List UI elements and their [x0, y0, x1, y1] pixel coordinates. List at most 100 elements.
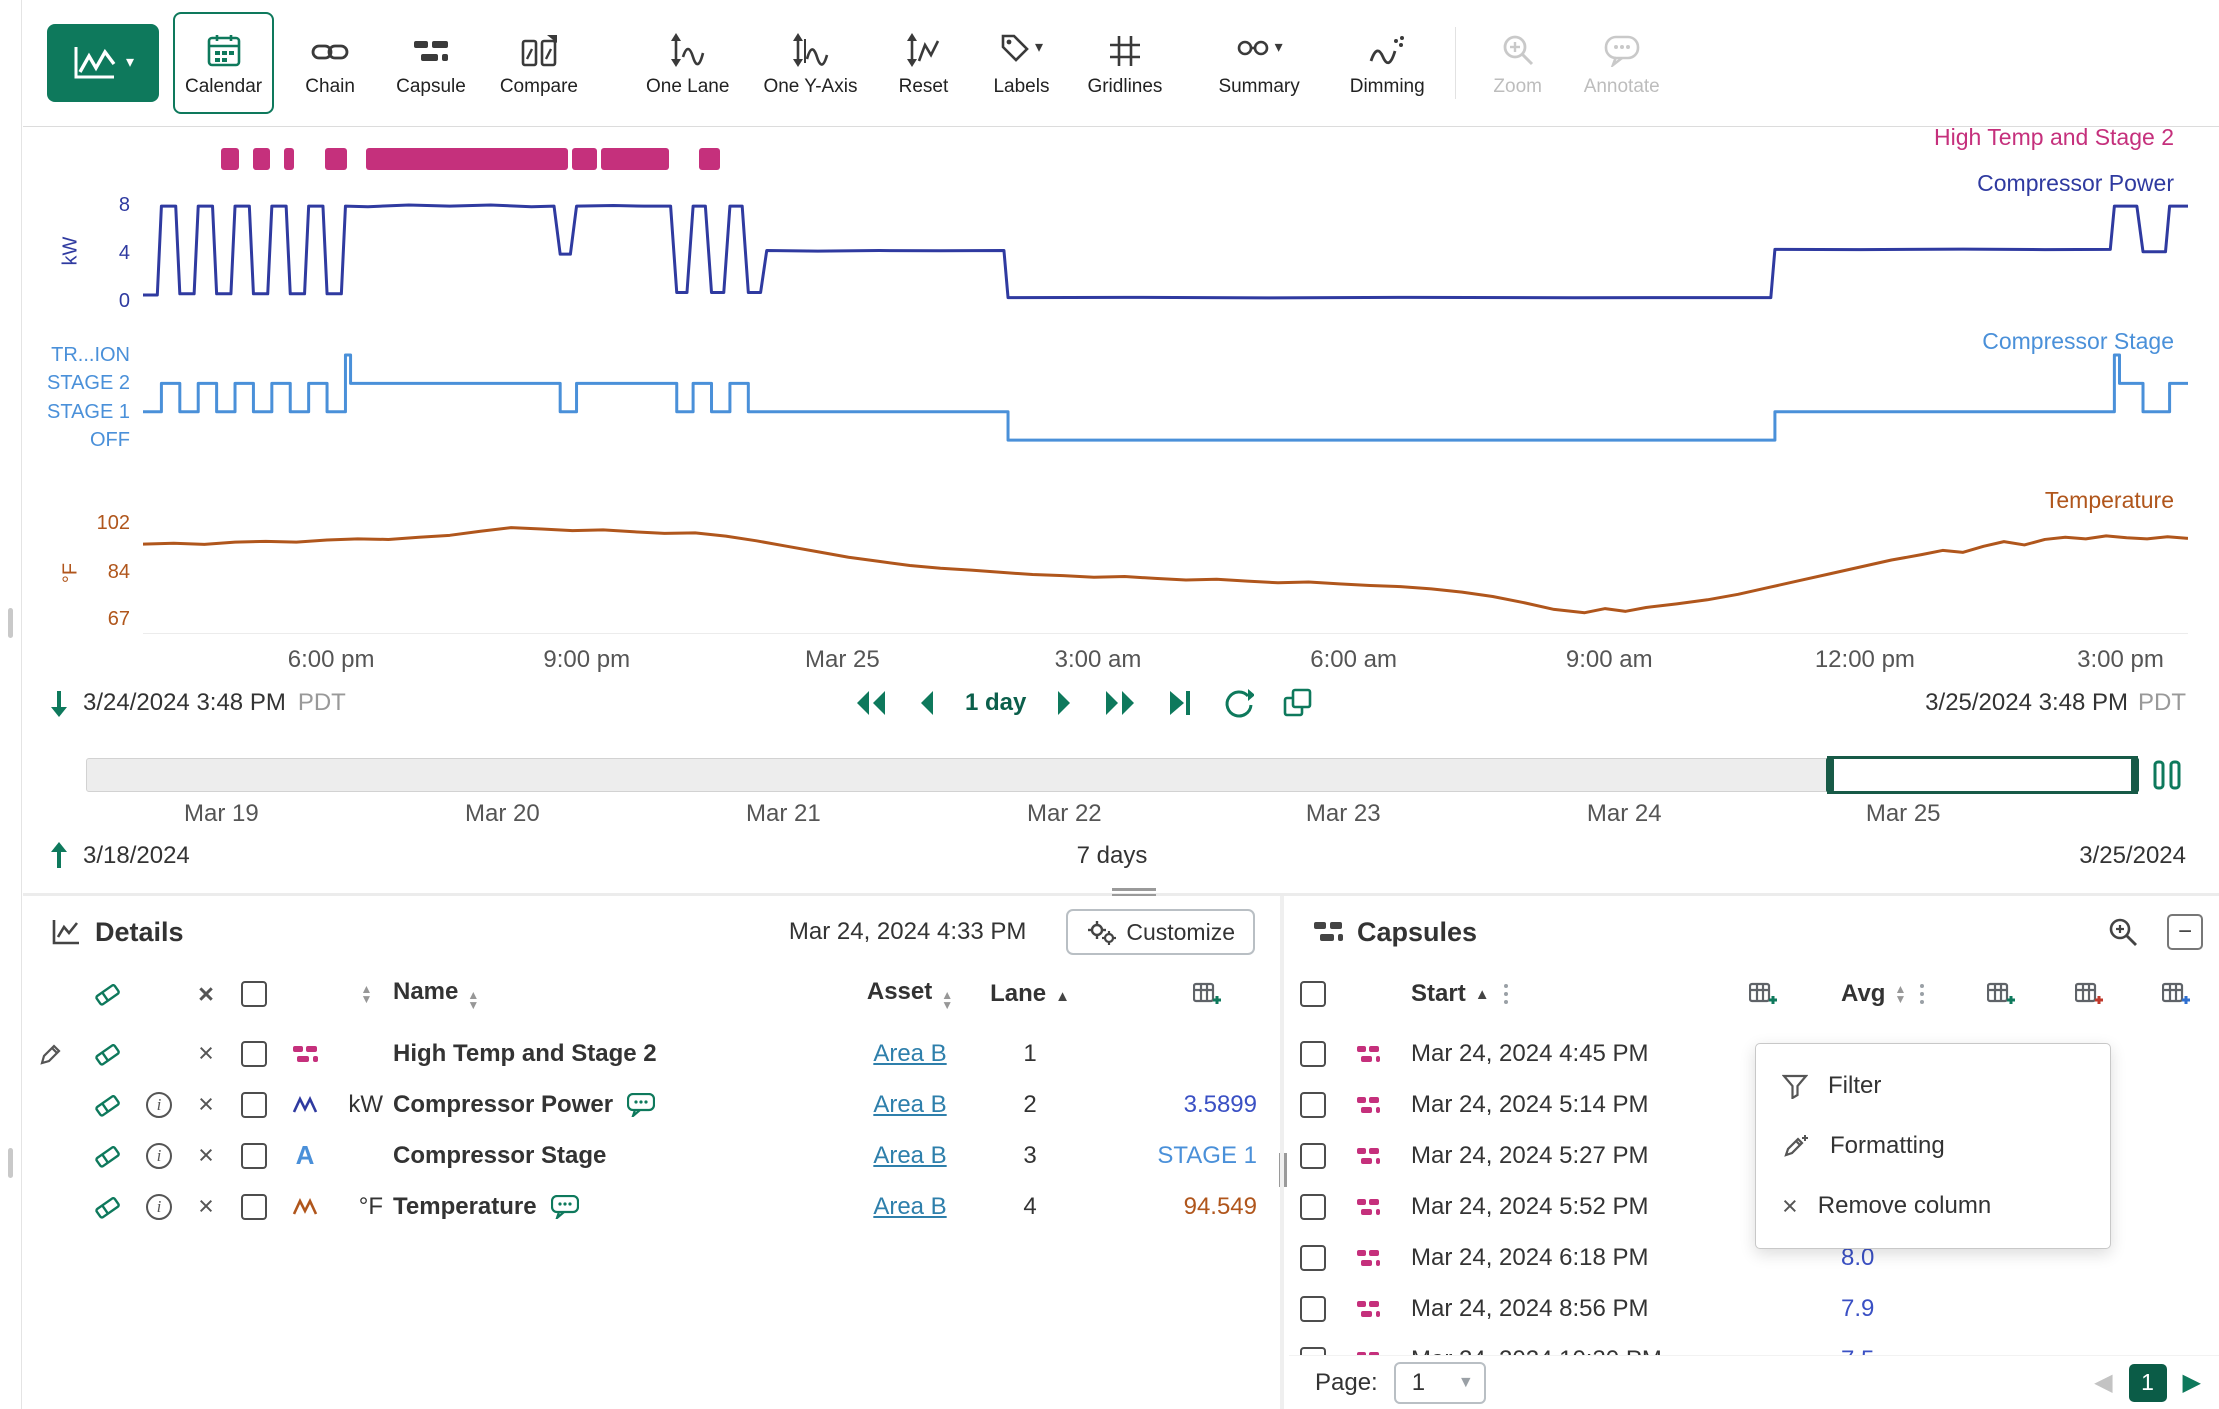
step-forward-icon[interactable] [1054, 689, 1074, 717]
context-menu-formatting[interactable]: Formatting [1756, 1116, 2110, 1176]
current-page-badge[interactable]: 1 [2129, 1364, 2167, 1402]
eraser-icon[interactable] [79, 1194, 135, 1220]
info-icon[interactable]: i [146, 1194, 172, 1220]
asset-link[interactable]: Area B [873, 1142, 946, 1169]
column-menu-icon[interactable] [1504, 984, 1508, 1004]
add-column-icon[interactable] [1075, 981, 1271, 1007]
toolbar-button-gridlines[interactable]: Gridlines [1077, 12, 1172, 114]
column-header-name[interactable]: Name▲▼ [393, 978, 835, 1010]
remove-all-icon[interactable]: × [183, 981, 229, 1008]
details-row-temperature[interactable]: i × °F Temperature Area B 4 94.549 [23, 1181, 1279, 1232]
add-stat-column-icon[interactable] [2045, 981, 2133, 1007]
pencil-icon[interactable] [23, 1041, 79, 1067]
lane-compressor-power[interactable]: kW 840 [143, 195, 2188, 306]
context-menu-filter[interactable]: Filter [1756, 1056, 2110, 1116]
row-checkbox[interactable] [241, 1194, 267, 1220]
collapse-panel-button[interactable]: − [2167, 914, 2203, 950]
eraser-icon[interactable] [79, 1092, 135, 1118]
trend-view-button[interactable]: ▾ [47, 24, 159, 102]
row-checkbox[interactable] [241, 1041, 267, 1067]
capsule-checkbox[interactable] [1300, 1296, 1326, 1322]
item-name[interactable]: Compressor Stage [393, 1142, 835, 1170]
item-name[interactable]: High Temp and Stage 2 [393, 1040, 835, 1068]
sort-icon[interactable]: ▲▼ [340, 984, 393, 1004]
details-row-power[interactable]: i × kW Compressor Power Area B 2 3.5899 [23, 1079, 1279, 1130]
add-column-icon[interactable] [1957, 981, 2045, 1007]
capsule-segment[interactable] [572, 148, 597, 170]
go-to-now-icon[interactable] [1166, 689, 1194, 717]
capsule-segment[interactable] [601, 148, 668, 170]
item-name[interactable]: Compressor Power [393, 1091, 835, 1119]
copy-range-icon[interactable] [1282, 687, 1314, 719]
capsule-time-icon[interactable] [2151, 758, 2185, 797]
toolbar-button-calendar[interactable]: Calendar [173, 12, 274, 114]
overview-timebar[interactable] [86, 758, 2137, 792]
range-end[interactable]: 3/25/2024 3:48 PM [1925, 689, 2128, 717]
select-all-checkbox[interactable] [241, 981, 267, 1007]
toolbar-button-annotate[interactable]: Annotate [1574, 12, 1670, 114]
row-checkbox[interactable] [241, 1092, 267, 1118]
toolbar-button-chain[interactable]: Chain [288, 12, 372, 114]
selection-left-handle[interactable] [1826, 758, 1834, 792]
display-duration[interactable]: 1 day [965, 689, 1026, 717]
capsule-row[interactable]: Mar 24, 2024 8:56 PM 7.9 [1289, 1283, 2219, 1334]
column-header-start[interactable]: Start▲ [1399, 980, 1719, 1008]
column-header-avg[interactable]: Avg ▲▼ [1807, 980, 1957, 1008]
selection-right-handle[interactable] [2131, 758, 2139, 792]
capsule-checkbox[interactable] [1300, 1092, 1326, 1118]
lane-compressor-stage[interactable]: TR...IONSTAGE 2STAGE 1OFF [143, 351, 2188, 460]
capsule-checkbox[interactable] [1300, 1245, 1326, 1271]
condition-capsule-track[interactable] [143, 148, 2188, 170]
asset-link[interactable]: Area B [873, 1193, 946, 1220]
capsule-segment[interactable] [699, 148, 719, 170]
auto-update-icon[interactable] [1222, 687, 1254, 719]
details-row-condition[interactable]: × High Temp and Stage 2 Area B 1 [23, 1028, 1279, 1079]
eraser-icon[interactable] [79, 1041, 135, 1067]
remove-item-icon[interactable]: × [183, 1193, 229, 1220]
investigate-range-arrow-icon[interactable] [47, 842, 71, 870]
investigate-start[interactable]: 3/18/2024 [83, 842, 190, 870]
toolbar-button-labels[interactable]: ▾ Labels [979, 12, 1063, 114]
details-row-stage[interactable]: i × A Compressor Stage Area B 3 STAGE 1 [23, 1130, 1279, 1181]
customize-button[interactable]: Customize [1066, 909, 1255, 955]
eraser-icon[interactable] [79, 1143, 135, 1169]
remove-item-icon[interactable]: × [183, 1142, 229, 1169]
page-select[interactable]: 1▼ [1394, 1362, 1486, 1404]
context-menu-remove-column[interactable]: × Remove column [1756, 1176, 2110, 1236]
step-forward-large-icon[interactable] [1102, 689, 1138, 717]
investigate-duration[interactable]: 7 days [1077, 842, 1148, 870]
toolbar-button-zoom[interactable]: Zoom [1476, 12, 1560, 114]
toolbar-button-one-lane[interactable]: One Lane [636, 12, 739, 114]
capsule-checkbox[interactable] [1300, 1194, 1326, 1220]
capsule-checkbox[interactable] [1300, 1143, 1326, 1169]
toolbar-button-reset[interactable]: Reset [881, 12, 965, 114]
range-start[interactable]: 3/24/2024 3:48 PM [83, 689, 286, 717]
comment-icon[interactable] [551, 1195, 579, 1219]
capsule-segment[interactable] [366, 148, 568, 170]
item-name[interactable]: Temperature [393, 1193, 835, 1221]
column-header-lane[interactable]: Lane▲ [985, 980, 1075, 1008]
column-header-asset[interactable]: Asset▲▼ [835, 978, 985, 1010]
toolbar-button-compare[interactable]: Compare [490, 12, 588, 114]
temperature-signal-plot[interactable] [143, 512, 2188, 633]
asset-link[interactable]: Area B [873, 1040, 946, 1067]
row-checkbox[interactable] [241, 1143, 267, 1169]
remove-item-icon[interactable]: × [183, 1040, 229, 1067]
column-menu-icon[interactable] [1920, 984, 1924, 1004]
sidebar-expand-handle-2[interactable] [8, 1148, 13, 1178]
investigate-end[interactable]: 3/25/2024 [2079, 842, 2186, 870]
lane-temperature[interactable]: °F 1028467 [143, 512, 2188, 634]
info-icon[interactable]: i [146, 1092, 172, 1118]
toolbar-button-one-y-axis[interactable]: One Y-Axis [753, 12, 867, 114]
add-column-icon[interactable] [1719, 981, 1807, 1007]
comment-icon[interactable] [627, 1093, 655, 1117]
toolbar-button-dimming[interactable]: Dimming [1340, 12, 1435, 114]
capsule-checkbox[interactable] [1300, 1041, 1326, 1067]
asset-link[interactable]: Area B [873, 1091, 946, 1118]
zoom-to-capsule-icon[interactable] [2107, 916, 2139, 948]
info-icon[interactable]: i [146, 1143, 172, 1169]
stage-signal-plot[interactable] [143, 351, 2188, 460]
add-property-column-icon[interactable] [2133, 981, 2219, 1007]
overview-selection[interactable] [1827, 756, 2138, 794]
sidebar-expand-handle[interactable] [8, 608, 13, 638]
